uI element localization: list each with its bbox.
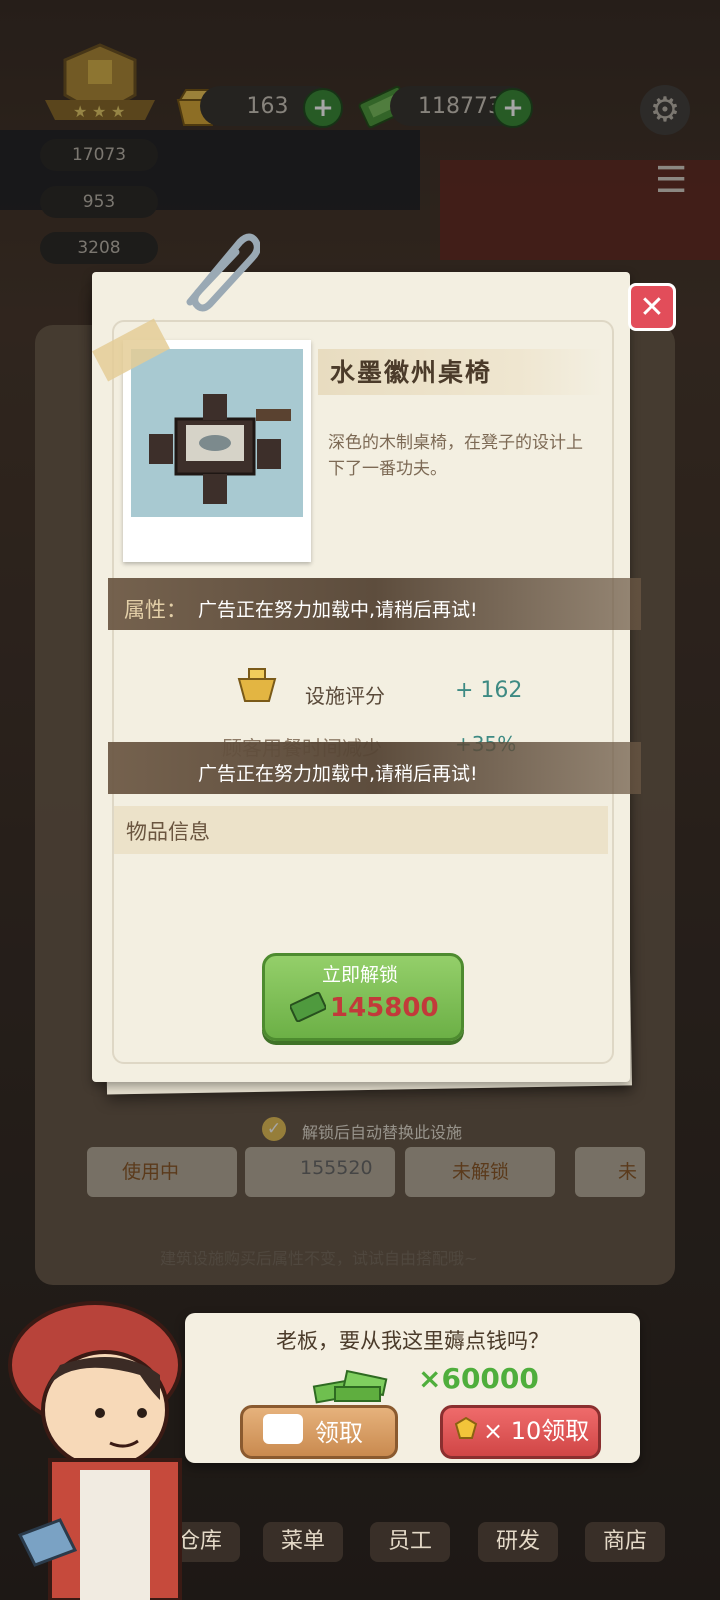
rating-ingot-icon bbox=[237, 668, 277, 702]
rating-value: + 162 bbox=[455, 678, 523, 703]
tab-menu[interactable]: 菜单 bbox=[263, 1522, 343, 1562]
promo-question: 老板，要从我这里薅点钱吗？ bbox=[276, 1329, 549, 1353]
ad-notice-1: 广告正在努力加载中,请稍后再试! bbox=[198, 599, 478, 621]
tab-research[interactable]: 研发 bbox=[478, 1522, 558, 1562]
chef-character bbox=[8, 1301, 182, 1600]
cash-icon bbox=[290, 992, 326, 1022]
video-icon bbox=[263, 1414, 303, 1444]
item-description: 深色的木制桌椅，在凳子的设计上下了一番功夫。 bbox=[328, 433, 583, 479]
table-chairs-image bbox=[131, 349, 303, 517]
unlock-label: 立即解锁 bbox=[321, 964, 398, 986]
claim-label: 领取 bbox=[315, 1419, 363, 1447]
rating-label: 设施评分 bbox=[305, 684, 385, 708]
money-pile-icon bbox=[312, 1369, 388, 1404]
promo-amount: ×60000 bbox=[418, 1362, 539, 1395]
info-label: 物品信息 bbox=[126, 820, 210, 844]
tab-shop[interactable]: 商店 bbox=[585, 1522, 665, 1562]
gold-gem-icon bbox=[454, 1416, 478, 1439]
tab-staff[interactable]: 员工 bbox=[370, 1522, 450, 1562]
item-title: 水墨徽州桌椅 bbox=[330, 358, 493, 387]
claim-gem-label: × 10领取 bbox=[483, 1417, 590, 1445]
ad-notice-2: 广告正在努力加载中,请稍后再试! bbox=[198, 763, 478, 785]
close-button[interactable]: ✕ bbox=[628, 283, 676, 331]
attribute-label: 属性： bbox=[124, 598, 187, 622]
paperclip-icon bbox=[186, 233, 260, 312]
unlock-price: 145800 bbox=[330, 993, 439, 1023]
